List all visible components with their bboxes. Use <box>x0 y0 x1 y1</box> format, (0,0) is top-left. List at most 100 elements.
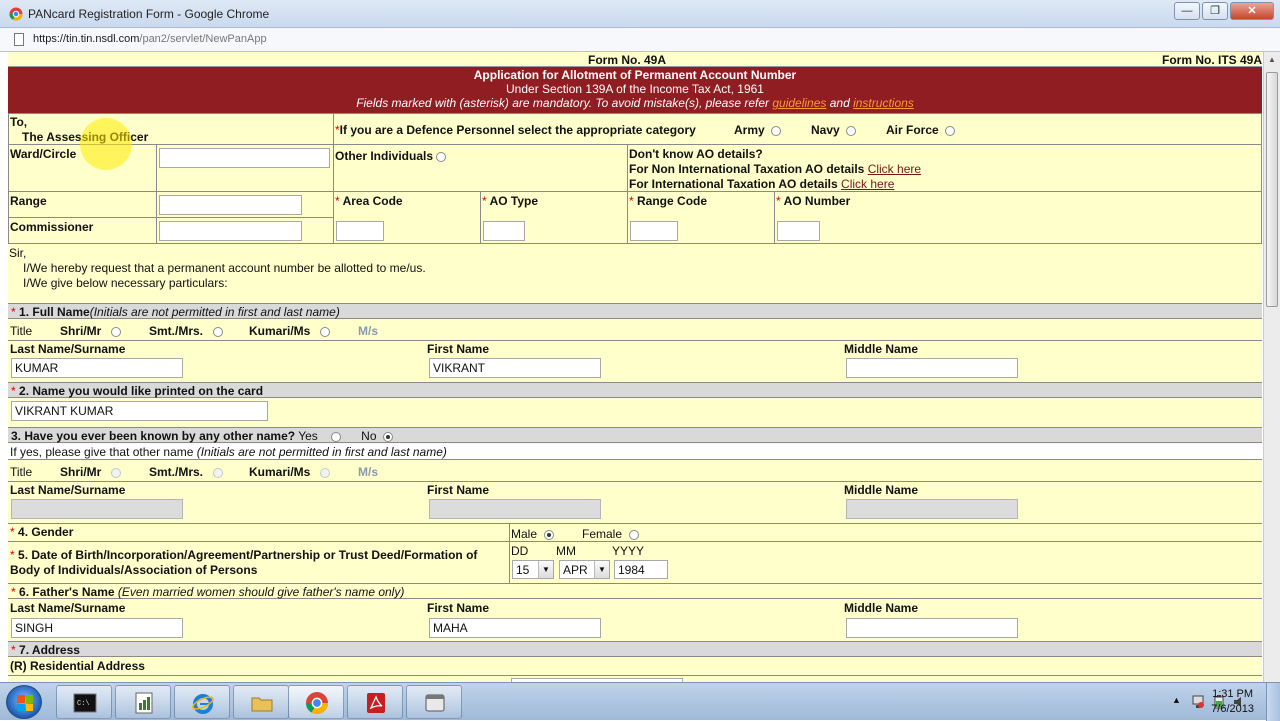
instructions-link[interactable]: instructions <box>853 96 914 110</box>
ao-number-label: * AO Number <box>776 194 851 208</box>
defence-question: *If you are a Defence Personnel select t… <box>335 123 696 137</box>
last-name-label: Last Name/Surname <box>10 342 126 356</box>
scroll-up-icon[interactable]: ▲ <box>1264 52 1280 68</box>
taskbar-explorer[interactable] <box>233 685 289 719</box>
first-name-input[interactable] <box>429 358 601 378</box>
form-header: Form No. 49A Form No. ITS 49A Applicatio… <box>8 52 1262 113</box>
smt-option[interactable]: Smt./Mrs. <box>149 324 224 338</box>
army-radio[interactable] <box>771 125 782 136</box>
taskbar-cmd[interactable]: C:\ <box>56 685 112 719</box>
airforce-option[interactable]: Air Force <box>886 123 956 137</box>
show-desktop-button[interactable] <box>1266 683 1280 721</box>
ao-type-input[interactable] <box>483 221 525 241</box>
female-radio[interactable] <box>628 529 639 540</box>
father-first-name-input[interactable] <box>429 618 601 638</box>
other-first-name-label: First Name <box>427 483 490 497</box>
other-ms-option: M/s <box>358 465 379 479</box>
address-section-bar: * 7. Address <box>8 641 1262 657</box>
tray-expand-icon[interactable]: ▲ <box>1172 695 1184 709</box>
dob-month-select[interactable]: APR ▼ <box>559 560 610 579</box>
chrome-logo-icon <box>9 7 23 21</box>
father-last-name-input[interactable] <box>11 618 183 638</box>
taskbar-window[interactable] <box>406 685 462 719</box>
kumari-radio[interactable] <box>320 326 331 337</box>
address-bar[interactable]: https://tin.tin.nsdl.com/pan2/servlet/Ne… <box>0 28 1280 52</box>
other-individuals-radio[interactable] <box>436 151 447 162</box>
airforce-radio[interactable] <box>945 125 956 136</box>
title-label: Title <box>10 324 33 338</box>
area-code-input[interactable] <box>336 221 384 241</box>
middle-name-input[interactable] <box>846 358 1018 378</box>
residential-address-label: (R) Residential Address <box>10 659 145 673</box>
dob-label-1: * 5. Date of Birth/Incorporation/Agreeme… <box>10 548 478 562</box>
minimize-button[interactable]: — <box>1174 2 1200 20</box>
army-option[interactable]: Army <box>734 123 782 137</box>
ao-type-label: * AO Type <box>482 194 539 208</box>
chevron-down-icon: ▼ <box>538 561 553 578</box>
form-title: Application for Allotment of Permanent A… <box>473 68 797 82</box>
url-text[interactable]: https://tin.tin.nsdl.com/pan2/servlet/Ne… <box>33 33 267 45</box>
other-name-hint: If yes, please give that other name (Ini… <box>10 445 447 459</box>
svg-text:C:\: C:\ <box>77 700 90 708</box>
other-kumari-radio <box>320 467 331 478</box>
form-no: Form No. 49A <box>588 53 667 67</box>
other-shri-radio <box>111 467 122 478</box>
taskbar-acrobat[interactable] <box>347 685 403 719</box>
form-its: Form No. ITS 49A <box>1161 53 1262 67</box>
clock[interactable]: 1:31 PM 7/6/2013 <box>1211 687 1254 717</box>
non-intl-click-here-link[interactable]: Click here <box>868 162 921 176</box>
network-icon[interactable] <box>1192 695 1204 709</box>
start-button[interactable] <box>6 685 42 719</box>
range-input[interactable] <box>159 195 302 215</box>
other-shri-option: Shri/Mr <box>60 465 122 479</box>
range-code-input[interactable] <box>630 221 678 241</box>
page-viewport: Form No. 49A Form No. ITS 49A Applicatio… <box>8 52 1262 682</box>
ao-number-input[interactable] <box>777 221 820 241</box>
smt-radio[interactable] <box>213 326 224 337</box>
full-name-section-bar: * 1. Full Name(Initials are not permitte… <box>8 303 1262 319</box>
kumari-option[interactable]: Kumari/Ms <box>249 324 331 338</box>
guidelines-link[interactable]: guidelines <box>772 96 826 110</box>
shri-option[interactable]: Shri/Mr <box>60 324 122 338</box>
window-controls: — ❐ ✕ <box>1174 2 1274 20</box>
taskbar-notepad[interactable] <box>115 685 171 719</box>
page-scrollbar[interactable]: ▲ <box>1263 52 1280 682</box>
printed-name-input[interactable] <box>11 401 268 421</box>
dont-know-ao: Don't know AO details? <box>629 147 763 161</box>
dob-year-input[interactable] <box>614 560 668 579</box>
father-middle-name-input[interactable] <box>846 618 1018 638</box>
navy-option[interactable]: Navy <box>811 123 857 137</box>
yyyy-label: YYYY <box>612 544 645 558</box>
mandatory-note: Fields marked with (asterisk) are mandat… <box>356 96 914 110</box>
ms-option: M/s <box>358 324 379 338</box>
divider <box>509 523 510 584</box>
female-option[interactable]: Female <box>582 527 639 541</box>
chart-document-icon <box>135 692 153 714</box>
ward-circle-input[interactable] <box>159 148 330 168</box>
scroll-thumb[interactable] <box>1266 72 1278 307</box>
window-title: PANcard Registration Form - Google Chrom… <box>28 7 270 21</box>
shri-radio[interactable] <box>111 326 122 337</box>
window-titlebar: PANcard Registration Form - Google Chrom… <box>0 0 1280 28</box>
navy-radio[interactable] <box>846 125 857 136</box>
commissioner-input[interactable] <box>159 221 302 241</box>
taskbar: C:\ ▲ 1:31 PM 7/6/2013 <box>0 682 1280 721</box>
dob-day-select[interactable]: 15 ▼ <box>512 560 554 579</box>
other-middle-name-label: Middle Name <box>844 483 919 497</box>
divider <box>8 481 1262 482</box>
maximize-button[interactable]: ❐ <box>1202 2 1228 20</box>
other-individuals-option[interactable]: Other Individuals <box>335 149 447 163</box>
other-name-no-radio[interactable] <box>383 431 394 442</box>
close-button[interactable]: ✕ <box>1230 2 1274 20</box>
folder-icon <box>251 697 273 712</box>
dd-label: DD <box>511 544 529 558</box>
taskbar-ie[interactable] <box>174 685 230 719</box>
last-name-input[interactable] <box>11 358 183 378</box>
range-code-label: * Range Code <box>629 194 708 208</box>
request-text: I/We hereby request that a permanent acc… <box>23 261 426 275</box>
taskbar-chrome[interactable] <box>288 685 344 719</box>
male-option[interactable]: Male <box>511 527 554 541</box>
male-radio[interactable] <box>543 529 554 540</box>
other-name-yes-radio[interactable] <box>331 431 342 442</box>
intl-click-here-link[interactable]: Click here <box>841 177 894 191</box>
